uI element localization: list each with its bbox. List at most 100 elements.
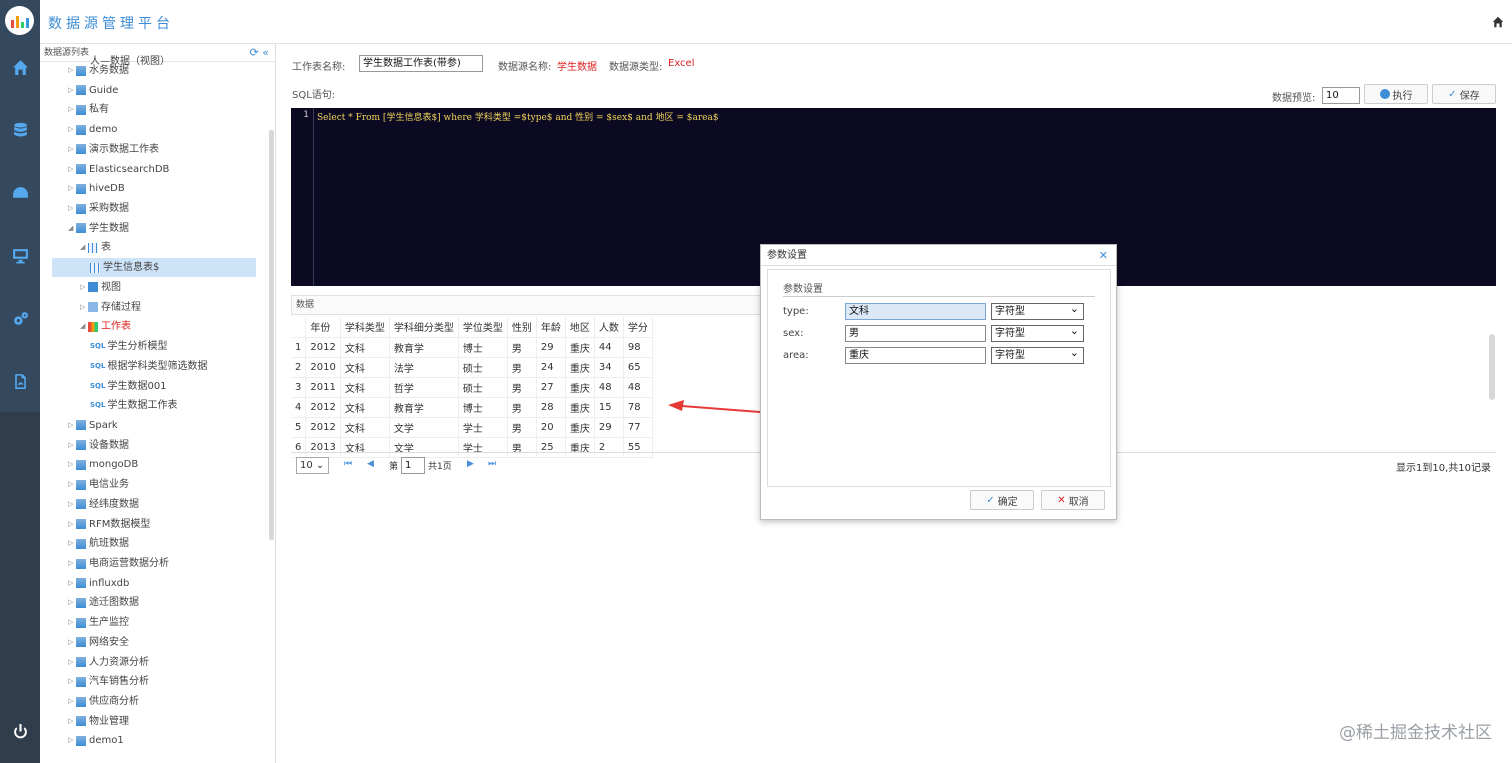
first-page-icon[interactable]: ⏮ [344,459,352,469]
expand-arrow-icon[interactable]: ▷ [68,534,76,553]
settings-icon[interactable] [0,304,40,334]
column-header[interactable]: 学科细分类型 [389,317,459,338]
tree-node[interactable]: ◢ 学生数据 [68,219,129,238]
page-number-input[interactable]: 1 [401,457,425,474]
column-header[interactable]: 人数 [594,317,624,338]
expand-arrow-icon[interactable]: ▷ [68,475,76,494]
expand-arrow-icon[interactable]: ▷ [68,455,76,474]
table-row[interactable]: 1 2012 文科 教育学 博士男 29 重庆 44 98 [291,337,653,358]
tree-node[interactable]: ▷ 电商运营数据分析 [68,554,169,573]
table-row[interactable]: 2 2010 文科 法学 硕士男 24 重庆 34 65 [291,357,653,378]
expand-arrow-icon[interactable]: ▷ [68,100,76,119]
tree-node[interactable]: ▷ 水务数据 [68,61,129,80]
tree-node[interactable]: ▷ 视图 [80,278,121,297]
tree-node[interactable]: ▷ 航班数据 [68,534,129,553]
expand-arrow-icon[interactable]: ▷ [68,140,76,159]
expand-arrow-icon[interactable]: ▷ [68,179,76,198]
expand-arrow-icon[interactable]: ▷ [80,298,88,317]
expand-arrow-icon[interactable]: ▷ [68,436,76,455]
tree-node[interactable]: ▷ 人力资源分析 [68,653,149,672]
collapse-arrow-icon[interactable]: ◢ [80,317,88,336]
expand-arrow-icon[interactable]: ▷ [68,120,76,139]
expand-arrow-icon[interactable]: ▷ [68,712,76,731]
run-button[interactable]: 执行 [1364,84,1428,104]
tree-node[interactable]: ▷ Guide [68,81,118,100]
param-value-input[interactable]: 重庆 [845,347,986,364]
tree-node[interactable]: SQL 学生分析模型 [90,337,167,356]
expand-arrow-icon[interactable]: ▷ [68,515,76,534]
param-value-input[interactable]: 男 [845,325,986,342]
table-row[interactable]: 3 2011 文科 哲学 硕士男 27 重庆 48 48 [291,377,653,398]
column-header[interactable]: 地区 [565,317,595,338]
expand-arrow-icon[interactable]: ▷ [68,613,76,632]
column-header[interactable]: 年份 [305,317,341,338]
tree-node[interactable]: ▷ 经纬度数据 [68,495,139,514]
home-icon[interactable] [0,52,40,82]
param-type-select[interactable]: 字符型 [991,323,1084,342]
column-header[interactable]: 学位类型 [458,317,508,338]
expand-arrow-icon[interactable]: ▷ [68,495,76,514]
tree-node[interactable]: ▷ 电信业务 [68,475,129,494]
tree-node[interactable]: ◢ 表 [80,238,111,257]
tree-node[interactable]: ▷ 演示数据工作表 [68,140,159,159]
param-type-select[interactable]: 字符型 [991,345,1084,364]
last-page-icon[interactable]: ⏭ [488,459,496,469]
collapse-icon[interactable]: « [262,46,269,59]
expand-arrow-icon[interactable]: ▷ [68,574,76,593]
tree-node[interactable]: ▷ 采购数据 [68,199,129,218]
tree-node[interactable]: ▷ Spark [68,416,118,435]
tree-node[interactable]: ▷ 汽车销售分析 [68,672,149,691]
database-icon[interactable] [0,115,40,145]
expand-arrow-icon[interactable]: ▷ [68,554,76,573]
dashboard-icon[interactable] [0,178,40,208]
tree-node[interactable]: ◢ 工作表 [80,317,131,336]
expand-arrow-icon[interactable]: ▷ [68,633,76,652]
tree-node[interactable]: ▷ demo1 [68,731,124,750]
column-header[interactable]: 学分 [623,317,653,338]
tree-node[interactable]: ▷ demo [68,120,117,139]
app-logo[interactable] [5,6,34,35]
tree-node[interactable]: 学生信息表$ [52,258,256,278]
column-header[interactable]: 年龄 [536,317,566,338]
close-icon[interactable]: ✕ [1099,245,1108,266]
tree-node[interactable]: ▷ 物业管理 [68,712,129,731]
save-button[interactable]: ✓ 保存 [1432,84,1496,104]
confirm-button[interactable]: ✓ 确定 [970,490,1034,510]
expand-arrow-icon[interactable]: ▷ [68,593,76,612]
sql-code[interactable]: Select * From [学生信息表$] where 学科类型 =$type… [317,110,719,123]
column-header[interactable]: 性别 [507,317,537,338]
expand-arrow-icon[interactable]: ▷ [68,672,76,691]
table-row[interactable]: 4 2012 文科 教育学 博士男 28 重庆 15 78 [291,397,653,418]
collapse-arrow-icon[interactable]: ◢ [80,238,88,257]
tree-node[interactable]: ▷ 生产监控 [68,613,129,632]
table-row[interactable]: 5 2012 文科 文学 学士男 20 重庆 29 77 [291,417,653,438]
prev-page-icon[interactable]: ◀ [367,459,374,469]
tree-node[interactable]: ▷ mongoDB [68,455,138,474]
tree-node[interactable]: ▷ 途迁图数据 [68,593,139,612]
page-size-select[interactable]: 10 ⌄ [296,457,329,474]
param-type-select[interactable]: 字符型 [991,301,1084,320]
tree-node[interactable]: ▷ RFM数据模型 [68,515,150,534]
collapse-arrow-icon[interactable]: ◢ [68,219,76,238]
refresh-icon[interactable]: ⟳ [250,46,259,59]
param-value-input[interactable]: 文科 [845,303,986,320]
tree-node[interactable]: SQL 根据学科类型筛选数据 [90,357,207,376]
tree-node[interactable]: ▷ 存储过程 [80,298,141,317]
monitor-icon[interactable] [0,240,40,270]
tree-node[interactable]: ▷ hiveDB [68,179,125,198]
expand-arrow-icon[interactable]: ▷ [80,278,88,297]
power-icon[interactable] [0,716,40,746]
tree-node[interactable]: ▷ 私有 [68,100,109,119]
tree-node[interactable]: ▷ influxdb [68,574,129,593]
expand-arrow-icon[interactable]: ▷ [68,61,76,80]
expand-arrow-icon[interactable]: ▷ [68,692,76,711]
expand-arrow-icon[interactable]: ▷ [68,731,76,750]
tree-node[interactable]: ▷ 设备数据 [68,436,129,455]
pdf-icon[interactable] [0,366,40,396]
next-page-icon[interactable]: ▶ [467,459,474,469]
preview-count-input[interactable]: 10 [1322,87,1360,104]
expand-arrow-icon[interactable]: ▷ [68,199,76,218]
expand-arrow-icon[interactable]: ▷ [68,416,76,435]
data-scrollbar[interactable] [1489,334,1495,400]
expand-arrow-icon[interactable]: ▷ [68,653,76,672]
